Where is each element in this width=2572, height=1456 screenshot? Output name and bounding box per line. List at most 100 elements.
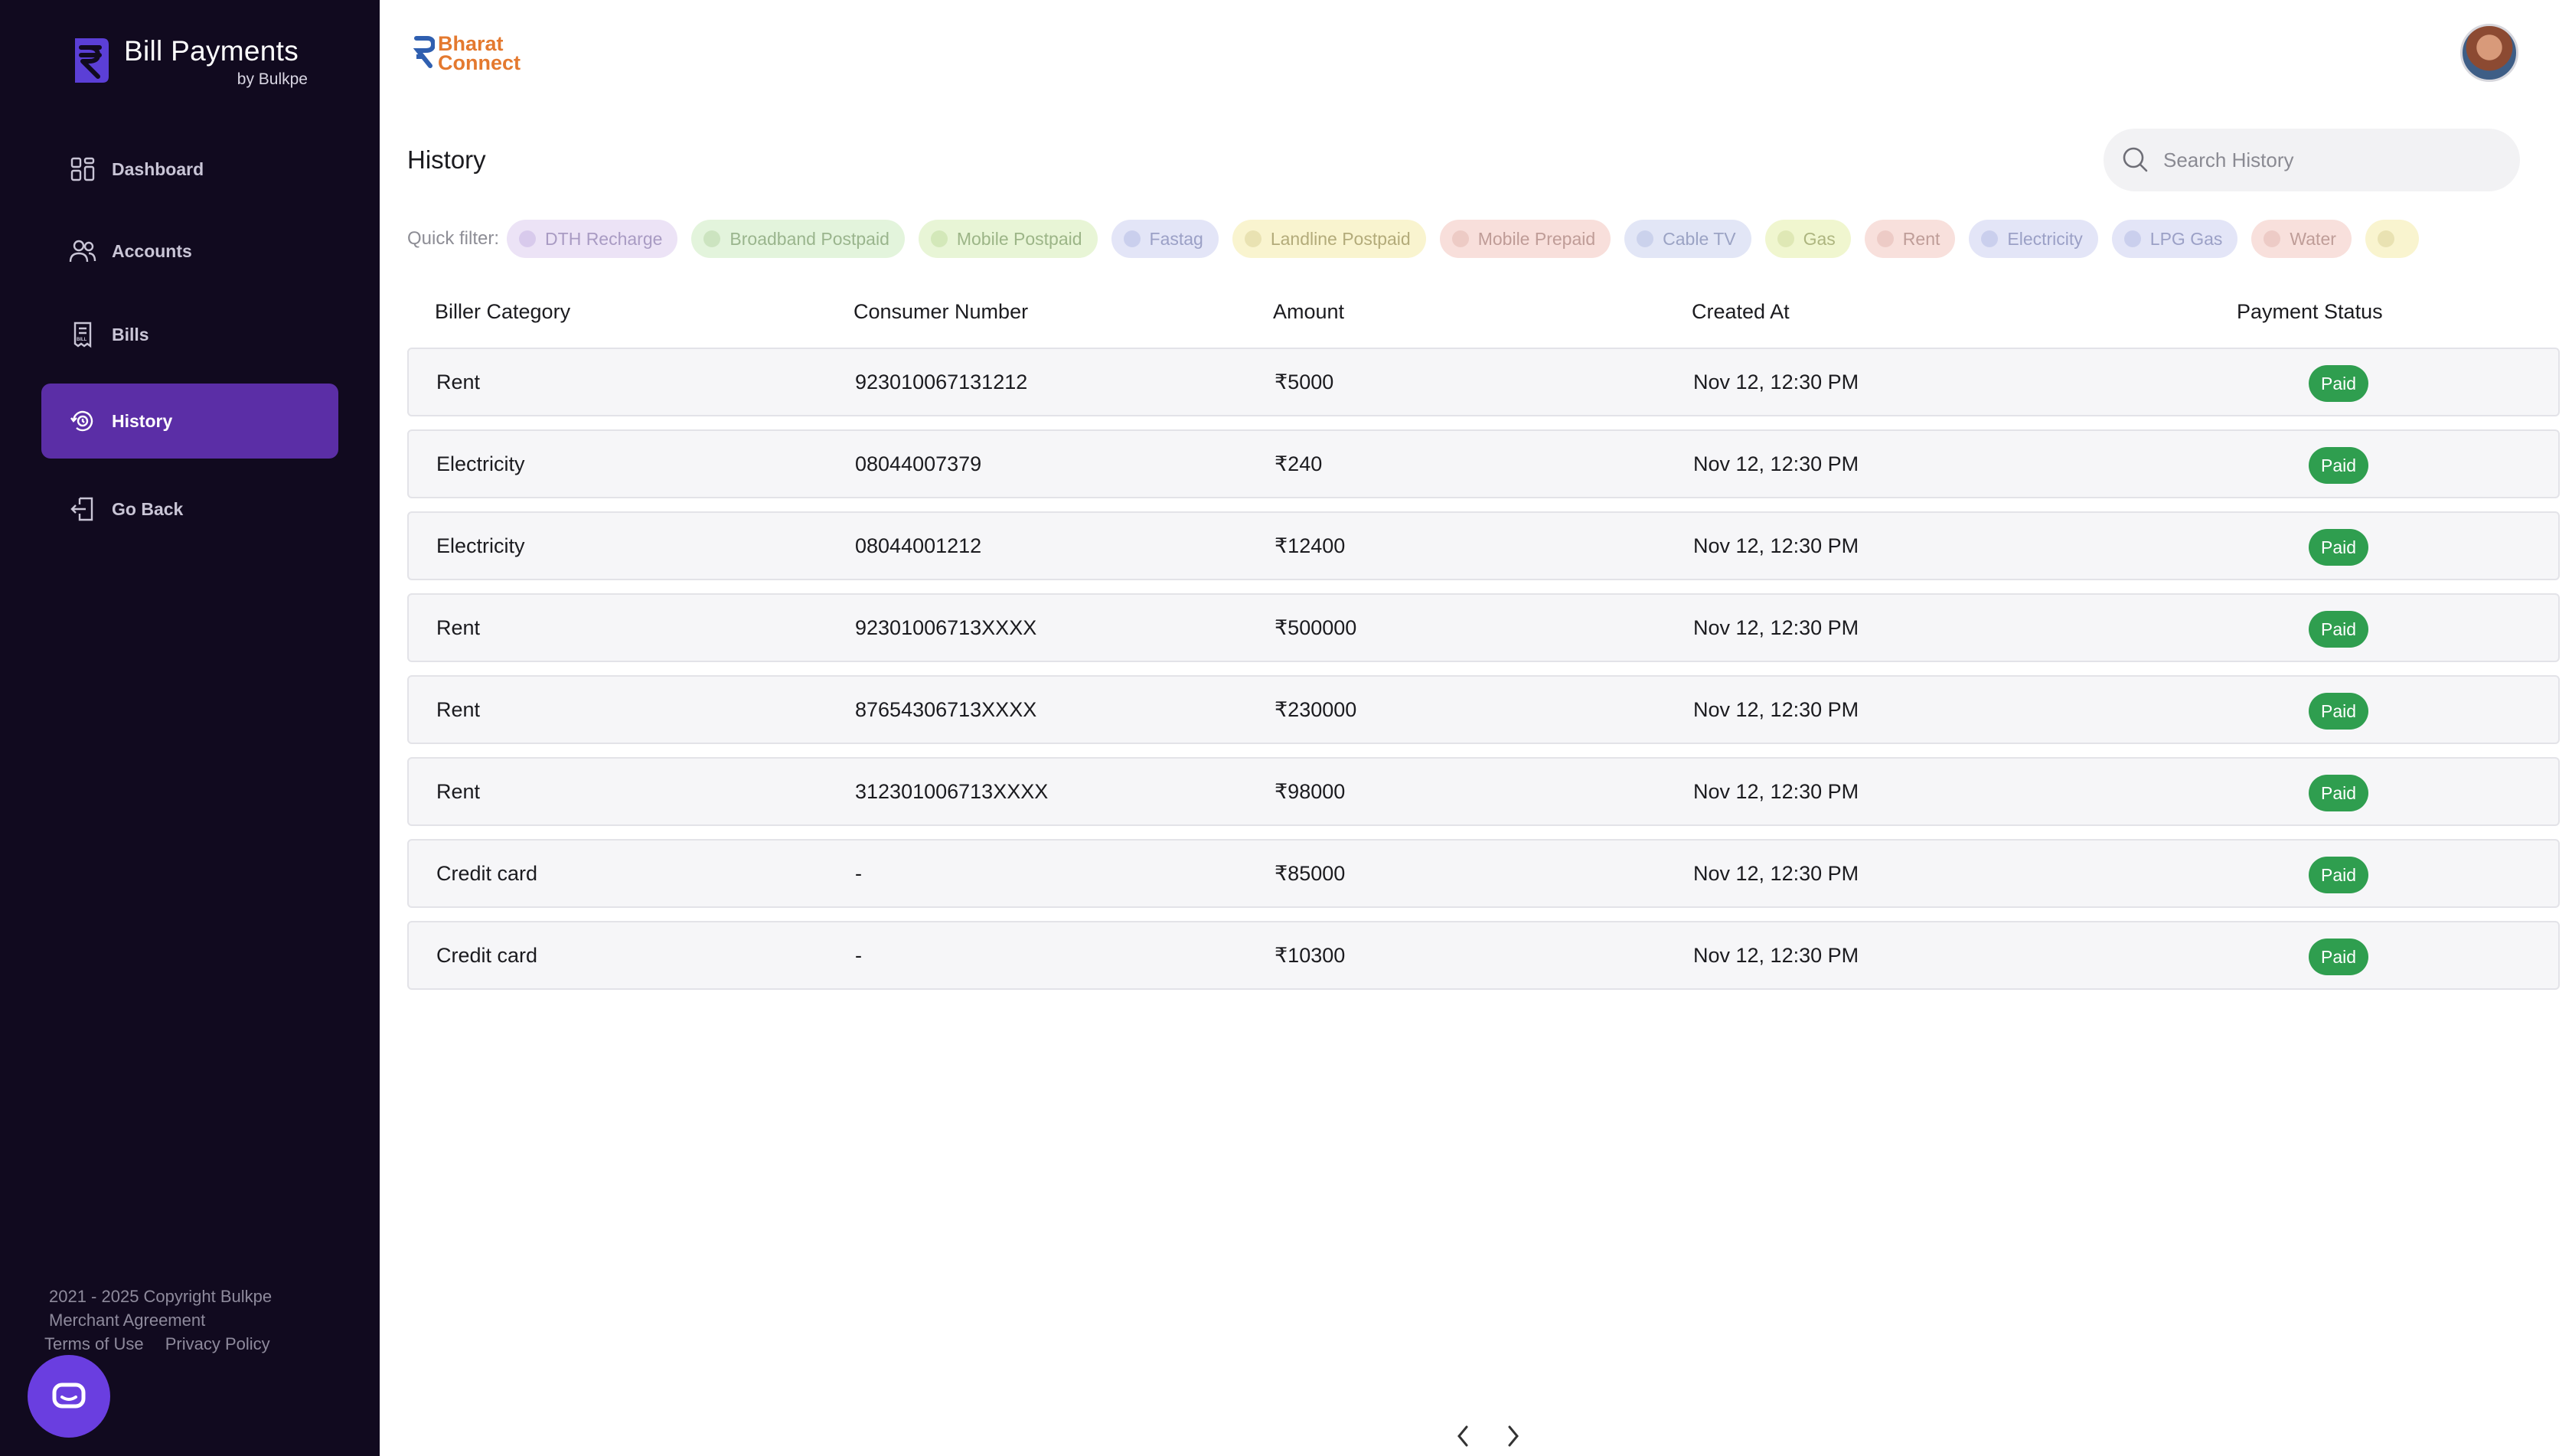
status-badge: Paid: [2309, 693, 2369, 730]
table-row[interactable]: Electricity 08044001212 ₹12400 Nov 12, 12:3…: [407, 511, 2560, 580]
search-box[interactable]: [2104, 129, 2520, 191]
status-badge: Paid: [2309, 611, 2369, 648]
sidebar-item-label: Dashboard: [112, 158, 204, 179]
status-badge: Paid: [2309, 447, 2369, 484]
dashboard-icon: [67, 154, 98, 184]
privacy-link[interactable]: Privacy Policy: [165, 1334, 270, 1353]
copyright-text: 2021 - 2025 Copyright Bulkpe: [49, 1287, 273, 1306]
chip-radio-icon: [1244, 230, 1262, 247]
filter-chip[interactable]: Landline Postpaid: [1232, 220, 1426, 258]
filter-chip[interactable]: Mobile Prepaid: [1439, 220, 1611, 258]
cell-biller-category: Rent: [436, 371, 481, 393]
cell-created-at: Nov 12, 12:30 PM: [1693, 534, 1859, 557]
app-title: Bill Payments: [124, 35, 299, 67]
filter-chip[interactable]: Rent: [1864, 220, 1956, 258]
search-input[interactable]: [2163, 148, 2500, 172]
filter-chip[interactable]: Water: [2251, 220, 2352, 258]
sidebar-item-label: Accounts: [112, 240, 192, 261]
next-page-button[interactable]: [1497, 1421, 1528, 1451]
header-biller-category[interactable]: Biller Category: [435, 300, 570, 324]
filter-chip[interactable]: Gas: [1764, 220, 1851, 258]
chip-label: Electricity: [2007, 228, 2083, 249]
chip-radio-icon: [519, 230, 537, 247]
filter-chip[interactable]: DTH Recharge: [507, 220, 678, 258]
status-badge: Paid: [2309, 939, 2369, 975]
cell-created-at: Nov 12, 12:30 PM: [1693, 698, 1859, 721]
filter-chip[interactable]: Fastag: [1111, 220, 1219, 258]
chip-label: Cable TV: [1663, 228, 1736, 249]
search-icon: [2123, 147, 2148, 172]
cell-consumer-number: 87654306713XXXX: [855, 698, 1037, 721]
cell-created-at: Nov 12, 12:30 PM: [1693, 862, 1859, 885]
filter-chip[interactable]: [2365, 220, 2419, 258]
logout-icon: [67, 494, 98, 524]
cell-biller-category: Electricity: [436, 452, 525, 475]
cell-biller-category: Electricity: [436, 534, 525, 557]
chip-radio-icon: [1451, 230, 1469, 247]
sidebar-footer: 2021 - 2025 Copyright Bulkpe Merchant Ag…: [44, 1285, 287, 1356]
sidebar-item-label: History: [112, 410, 173, 431]
chip-label: Landline Postpaid: [1270, 228, 1411, 249]
bulkpe-logo-icon: [75, 38, 109, 83]
merchant-agreement-link[interactable]: Merchant Agreement: [49, 1308, 287, 1332]
table-row[interactable]: Electricity 08044007379 ₹240 Nov 12, 12:30 …: [407, 429, 2560, 498]
cell-consumer-number: 923010067131212: [855, 371, 1028, 393]
history-table-body: Rent 923010067131212 ₹5000 Nov 12, 12:30 PM…: [407, 348, 2560, 1003]
chat-button[interactable]: [28, 1355, 110, 1438]
cell-consumer-number: 08044007379: [855, 452, 982, 475]
filter-chip[interactable]: LPG Gas: [2111, 220, 2238, 258]
table-row[interactable]: Rent 312301006713XXXX ₹98000 Nov 12, 12:30 …: [407, 757, 2560, 826]
header-payment-status[interactable]: Payment Status: [2237, 300, 2383, 324]
cell-amount: ₹500000: [1275, 616, 1357, 639]
brand[interactable]: Bill Payments by Bulkpe: [72, 35, 308, 88]
chip-radio-icon: [1637, 230, 1654, 247]
table-row[interactable]: Credit card - ₹10300 Nov 12, 12:30 PM Paid: [407, 921, 2560, 990]
cell-biller-category: Rent: [436, 780, 481, 803]
table-header: Biller Category Consumer Number Amount C…: [407, 294, 2560, 334]
terms-link[interactable]: Terms of Use: [44, 1334, 144, 1353]
sidebar-item-label: Bills: [112, 324, 149, 344]
header-consumer-number[interactable]: Consumer Number: [854, 300, 1028, 324]
cell-consumer-number: 92301006713XXXX: [855, 616, 1037, 639]
sidebar-item-accounts[interactable]: Accounts: [41, 214, 338, 289]
filter-chip[interactable]: Broadband Postpaid: [691, 220, 905, 258]
table-row[interactable]: Rent 92301006713XXXX ₹500000 Nov 12, 12:30 …: [407, 593, 2560, 662]
chip-label: LPG Gas: [2149, 228, 2223, 249]
chip-label: Gas: [1803, 228, 1836, 249]
status-badge: Paid: [2309, 529, 2369, 566]
header-created-at[interactable]: Created At: [1692, 300, 1790, 324]
bharat-connect-mark-icon: [413, 36, 435, 68]
prev-page-button[interactable]: [1448, 1421, 1479, 1451]
cell-amount: ₹85000: [1275, 862, 1346, 885]
chip-label: Mobile Postpaid: [956, 228, 1082, 249]
cell-amount: ₹12400: [1275, 534, 1346, 557]
cell-amount: ₹98000: [1275, 780, 1346, 803]
sidebar: Bill Payments by Bulkpe Dashboard Accoun…: [0, 0, 380, 1456]
sidebar-item-dashboard[interactable]: Dashboard: [41, 132, 338, 207]
logo-line-2: Connect: [438, 51, 521, 74]
chip-label: Broadband Postpaid: [729, 228, 889, 249]
cell-created-at: Nov 12, 12:30 PM: [1693, 371, 1859, 393]
quick-filter-label: Quick filter:: [407, 228, 500, 249]
cell-biller-category: Rent: [436, 698, 481, 721]
sidebar-item-go-back[interactable]: Go Back: [41, 472, 338, 547]
chevron-right-icon: [1508, 1425, 1519, 1447]
chip-radio-icon: [2264, 230, 2281, 247]
sidebar-item-bills[interactable]: BILL Bills: [41, 297, 338, 372]
filter-chip[interactable]: Cable TV: [1624, 220, 1751, 258]
header-amount[interactable]: Amount: [1273, 300, 1344, 324]
filter-chip[interactable]: Mobile Postpaid: [918, 220, 1098, 258]
page-title: History: [407, 145, 486, 174]
filter-chip[interactable]: Electricity: [1969, 220, 2098, 258]
cell-biller-category: Credit card: [436, 944, 538, 967]
sidebar-item-history[interactable]: History: [41, 384, 338, 459]
status-badge: Paid: [2309, 857, 2369, 893]
cell-consumer-number: -: [855, 944, 862, 967]
user-avatar[interactable]: [2460, 24, 2518, 82]
svg-text:BILL: BILL: [77, 338, 87, 342]
table-row[interactable]: Credit card - ₹85000 Nov 12, 12:30 PM Paid: [407, 839, 2560, 908]
chip-radio-icon: [930, 230, 948, 247]
table-row[interactable]: Rent 923010067131212 ₹5000 Nov 12, 12:30 PM…: [407, 348, 2560, 416]
pagination: [1448, 1421, 1528, 1451]
table-row[interactable]: Rent 87654306713XXXX ₹230000 Nov 12, 12:30 …: [407, 675, 2560, 744]
